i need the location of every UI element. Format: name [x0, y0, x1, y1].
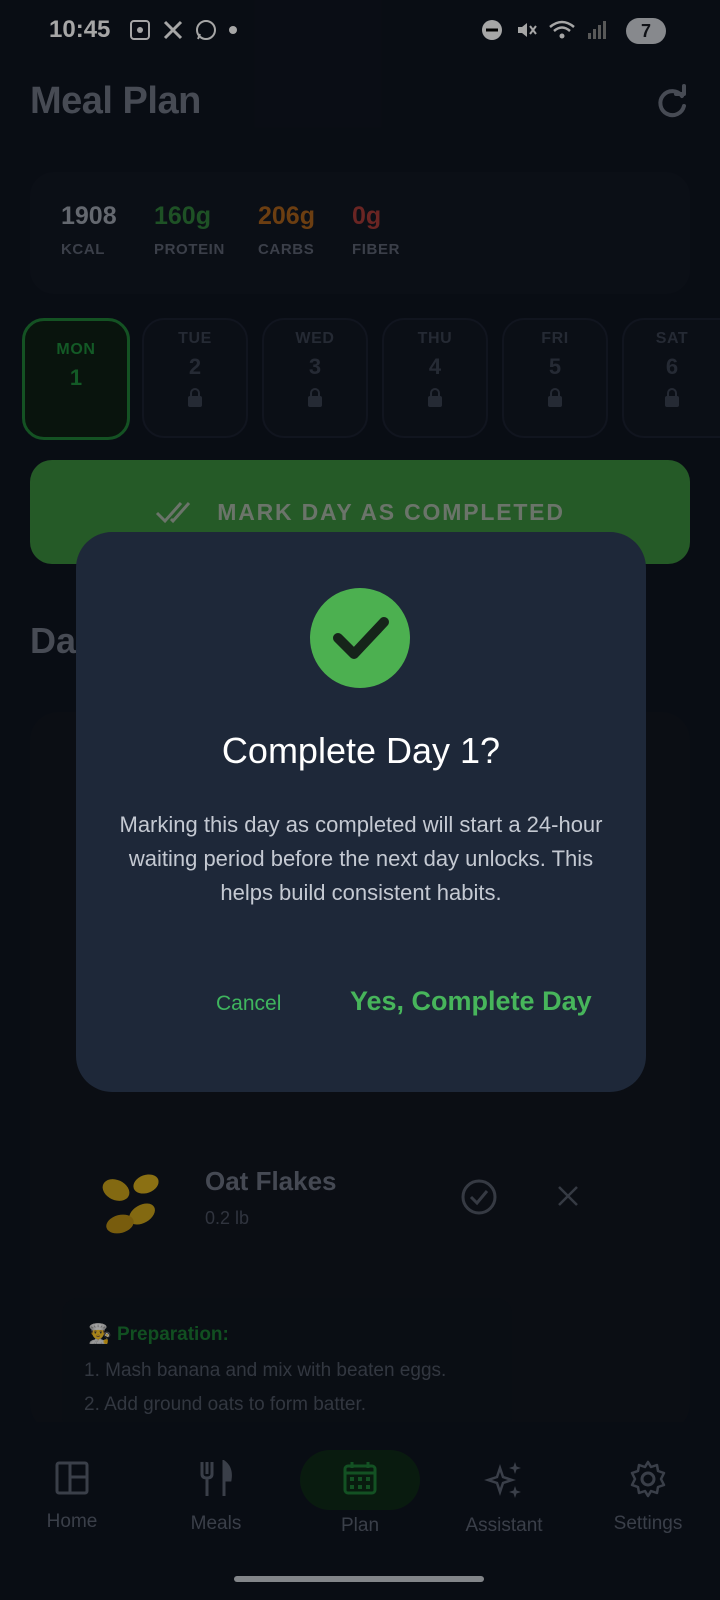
- cancel-button[interactable]: Cancel: [216, 992, 281, 1016]
- success-check-icon: [310, 588, 410, 688]
- complete-day-dialog: Complete Day 1? Marking this day as comp…: [76, 532, 646, 1092]
- confirm-complete-day-button[interactable]: Yes, Complete Day: [350, 986, 592, 1017]
- dialog-message: Marking this day as completed will start…: [119, 812, 603, 905]
- dialog-title: Complete Day 1?: [221, 730, 501, 771]
